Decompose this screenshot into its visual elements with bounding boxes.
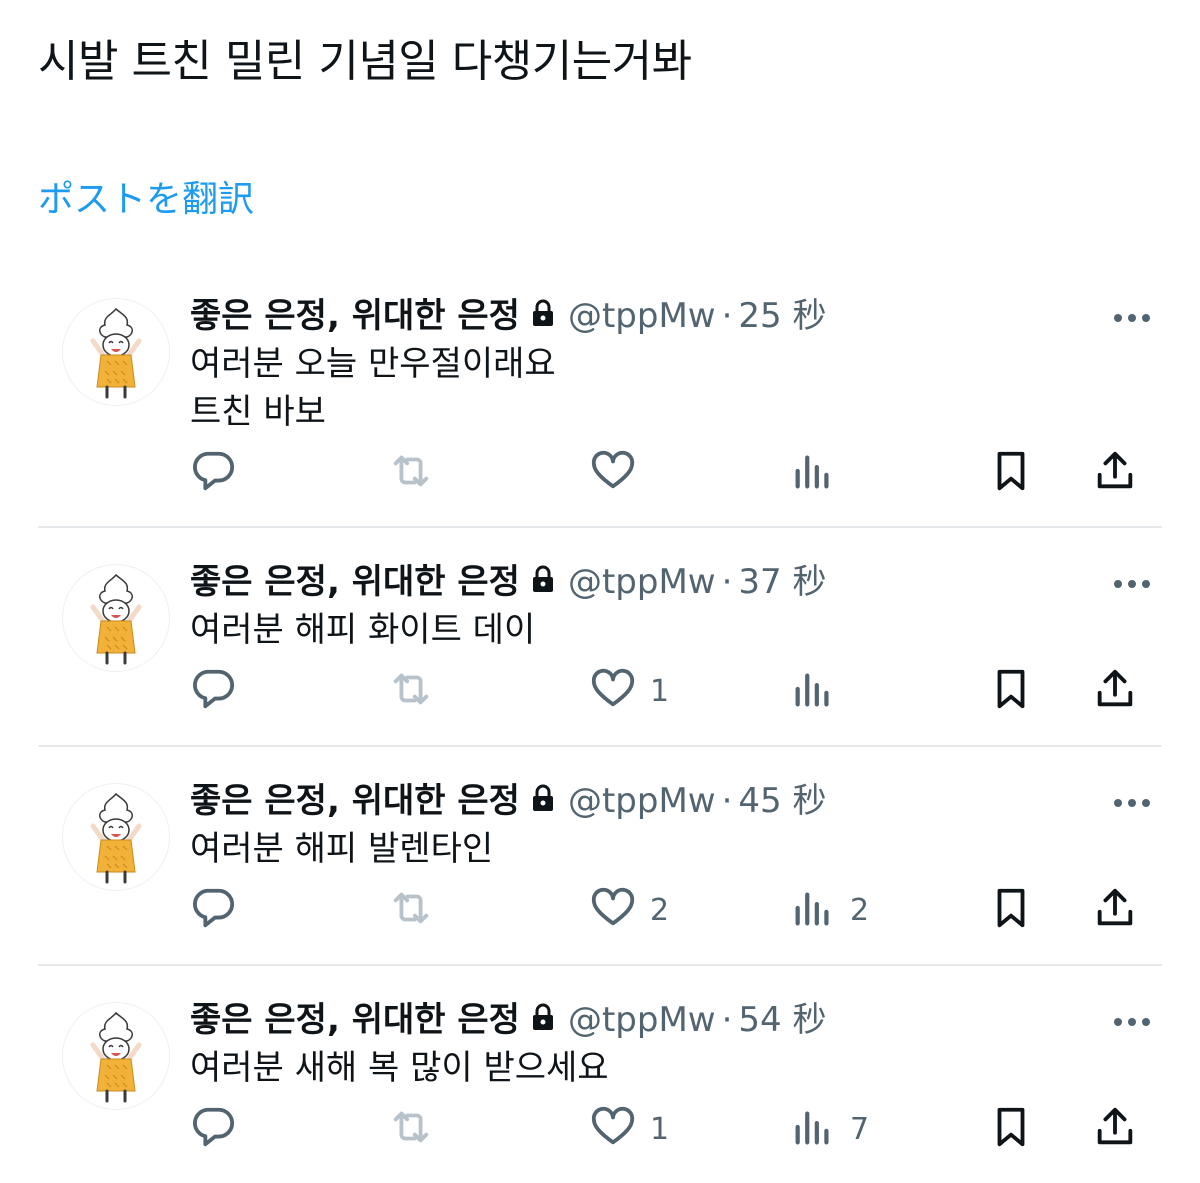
repost-icon [388, 1104, 434, 1154]
like-count: 1 [650, 1111, 670, 1147]
share-icon [1092, 666, 1138, 716]
more-icon[interactable] [1102, 566, 1162, 602]
reply-button[interactable] [190, 448, 236, 498]
reply-item[interactable]: 좋은 은정, 위대한 은정 @tppMw · 45 秒 여러분 해피 발렌타인 … [38, 775, 1162, 966]
lock-icon [532, 998, 554, 1042]
repost-button[interactable] [388, 666, 434, 716]
repost-button[interactable] [388, 1104, 434, 1154]
share-icon [1092, 448, 1138, 498]
reply-item[interactable]: 좋은 은정, 위대한 은정 @tppMw · 54 秒 여러분 새해 복 많이 … [38, 994, 1162, 1174]
user-handle[interactable]: @tppMw [568, 560, 716, 604]
separator-dot: · [721, 296, 733, 336]
timestamp[interactable]: 45 秒 [738, 779, 826, 823]
like-icon [590, 1104, 636, 1154]
bookmark-icon [988, 885, 1034, 935]
views-icon [790, 666, 836, 716]
share-icon [1092, 1104, 1138, 1154]
timestamp[interactable]: 25 秒 [738, 294, 826, 338]
separator-dot: · [721, 781, 733, 821]
separator-dot: · [721, 562, 733, 602]
views-button[interactable]: 7 [790, 1104, 869, 1154]
avatar[interactable] [62, 783, 170, 891]
reply-item[interactable]: 좋은 은정, 위대한 은정 @tppMw · 37 秒 여러분 해피 화이트 데… [38, 556, 1162, 747]
action-bar: 1 7 [38, 1104, 1162, 1154]
separator-dot: · [721, 1000, 733, 1040]
views-button[interactable] [790, 666, 850, 716]
views-button[interactable]: 2 [790, 885, 869, 935]
like-button[interactable] [590, 448, 650, 498]
action-bar: 1 [38, 666, 1162, 716]
bookmark-button[interactable] [988, 1104, 1034, 1154]
display-name[interactable]: 좋은 은정, 위대한 은정 [190, 998, 520, 1042]
reply-text: 여러분 오늘 만우절이래요 트친 바보 [190, 344, 556, 432]
like-icon [590, 666, 636, 716]
avatar[interactable] [62, 564, 170, 672]
reply-icon [190, 1104, 236, 1154]
share-icon [1092, 885, 1138, 935]
view-count: 7 [850, 1111, 870, 1147]
timestamp[interactable]: 37 秒 [738, 560, 826, 604]
bookmark-icon [988, 666, 1034, 716]
bookmark-icon [988, 1104, 1034, 1154]
reply-text: 여러분 해피 화이트 데이 [190, 610, 536, 650]
reply-icon [190, 666, 236, 716]
user-handle[interactable]: @tppMw [568, 998, 716, 1042]
like-button[interactable]: 2 [590, 885, 669, 935]
more-icon[interactable] [1102, 785, 1162, 821]
bookmark-button[interactable] [988, 448, 1034, 498]
bookmark-icon [988, 448, 1034, 498]
reply-button[interactable] [190, 885, 236, 935]
share-button[interactable] [1092, 666, 1138, 716]
views-icon [790, 1104, 836, 1154]
divider [38, 526, 1162, 528]
user-handle[interactable]: @tppMw [568, 779, 716, 823]
views-button[interactable] [790, 448, 850, 498]
user-handle[interactable]: @tppMw [568, 294, 716, 338]
avatar[interactable] [62, 298, 170, 406]
share-button[interactable] [1092, 885, 1138, 935]
like-icon [590, 885, 636, 935]
like-icon [590, 448, 636, 498]
reply-button[interactable] [190, 666, 236, 716]
share-button[interactable] [1092, 448, 1138, 498]
repost-icon [388, 885, 434, 935]
divider [38, 964, 1162, 966]
like-button[interactable]: 1 [590, 1104, 669, 1154]
reply-text: 여러분 새해 복 많이 받으세요 [190, 1048, 609, 1088]
lock-icon [532, 779, 554, 823]
view-count: 2 [850, 892, 870, 928]
reply-button[interactable] [190, 1104, 236, 1154]
more-icon[interactable] [1102, 300, 1162, 336]
more-icon[interactable] [1102, 1004, 1162, 1040]
reply-item[interactable]: 좋은 은정, 위대한 은정 @tppMw · 25 秒 여러분 오늘 만우절이래… [38, 290, 1162, 528]
action-bar [38, 448, 1162, 498]
bookmark-button[interactable] [988, 885, 1034, 935]
display-name[interactable]: 좋은 은정, 위대한 은정 [190, 779, 520, 823]
share-button[interactable] [1092, 1104, 1138, 1154]
like-count: 1 [650, 673, 670, 709]
display-name[interactable]: 좋은 은정, 위대한 은정 [190, 294, 520, 338]
reply-icon [190, 885, 236, 935]
avatar[interactable] [62, 1002, 170, 1110]
bookmark-button[interactable] [988, 666, 1034, 716]
repost-icon [388, 666, 434, 716]
repost-button[interactable] [388, 448, 434, 498]
post-text: 시발 트친 밀린 기념일 다챙기는거봐 [38, 36, 692, 87]
like-count: 2 [650, 892, 670, 928]
divider [38, 745, 1162, 747]
repost-button[interactable] [388, 885, 434, 935]
lock-icon [532, 294, 554, 338]
timestamp[interactable]: 54 秒 [738, 998, 826, 1042]
views-icon [790, 885, 836, 935]
reply-icon [190, 448, 236, 498]
reply-text: 여러분 해피 발렌타인 [190, 829, 494, 869]
repost-icon [388, 448, 434, 498]
lock-icon [532, 560, 554, 604]
views-icon [790, 448, 836, 498]
translate-post-link[interactable]: ポストを翻訳 [38, 176, 254, 224]
display-name[interactable]: 좋은 은정, 위대한 은정 [190, 560, 520, 604]
like-button[interactable]: 1 [590, 666, 669, 716]
action-bar: 2 2 [38, 885, 1162, 935]
